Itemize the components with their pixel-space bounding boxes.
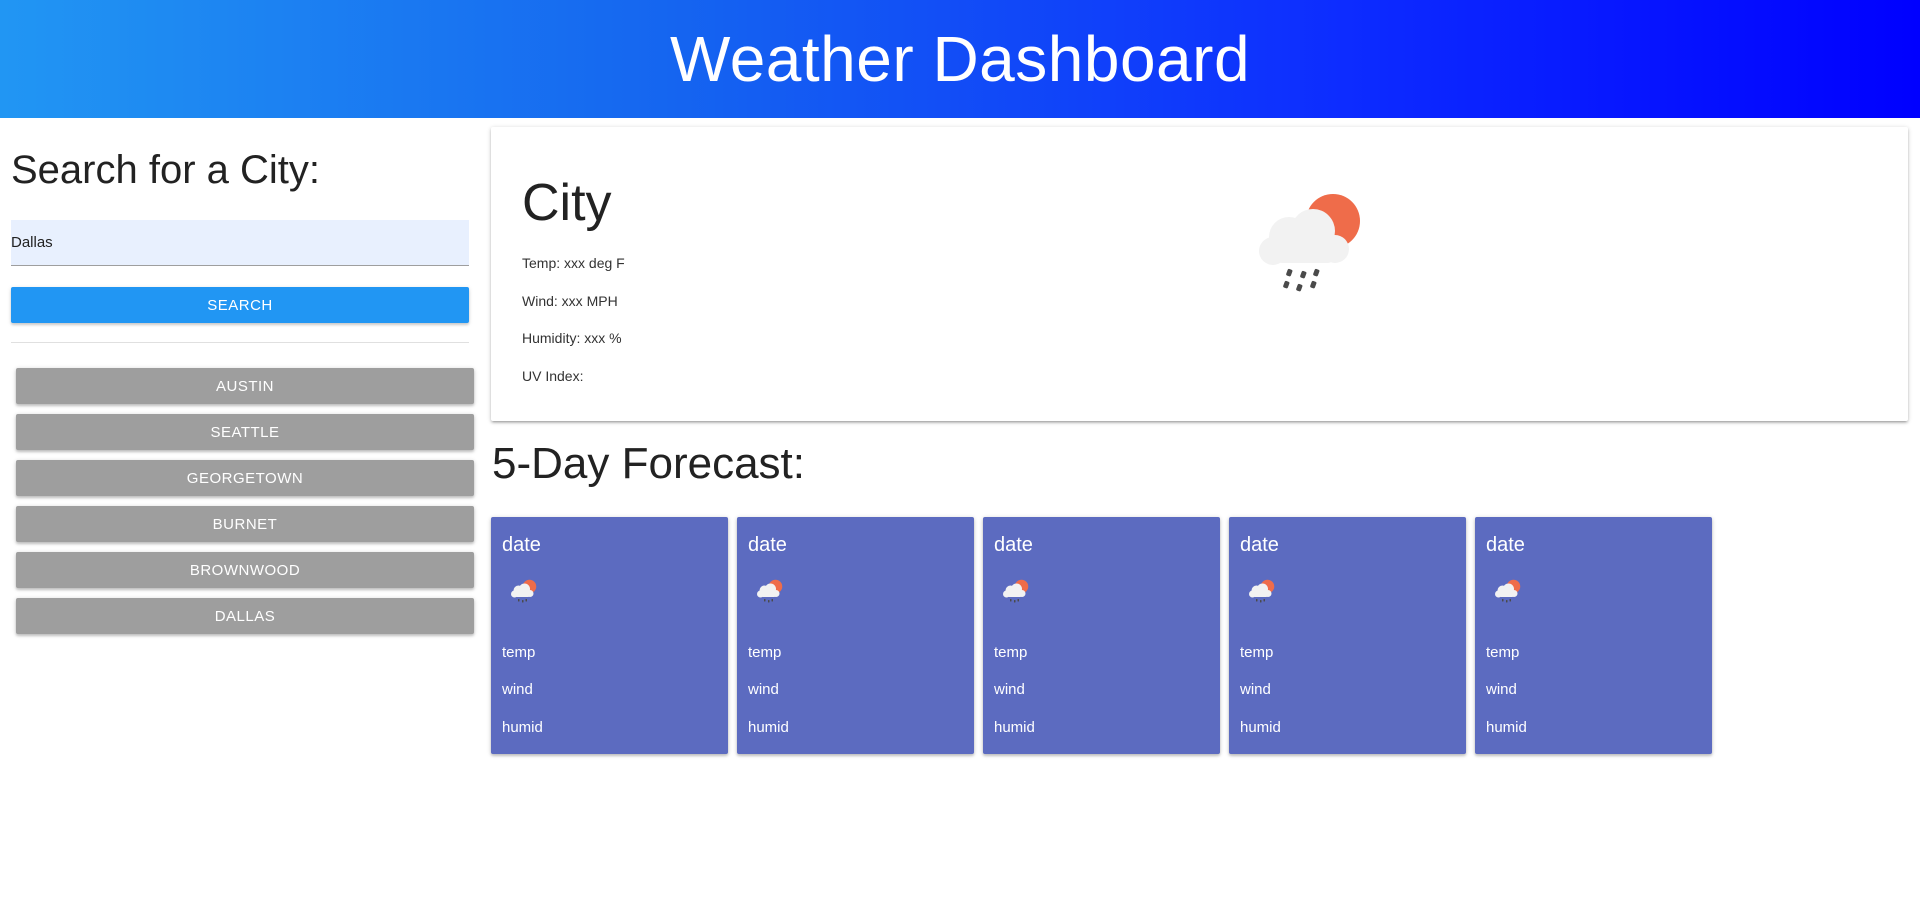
forecast-temp: temp — [994, 644, 1028, 661]
page-title: Weather Dashboard — [669, 23, 1251, 95]
history-button-brownwood[interactable]: BROWNWOOD — [16, 552, 474, 588]
history-button-dallas[interactable]: DALLAS — [16, 598, 474, 634]
search-sidebar: Search for a City: SEARCH AUSTIN SEATTLE… — [11, 118, 474, 644]
partly-cloudy-rain-icon — [757, 579, 783, 603]
history-button-seattle[interactable]: SEATTLE — [16, 414, 474, 450]
current-temp: Temp: xxx deg F — [522, 255, 625, 271]
forecast-temp: temp — [1240, 644, 1274, 661]
search-history-list: AUSTIN SEATTLE GEORGETOWN BURNET BROWNWO… — [16, 368, 474, 634]
forecast-temp: temp — [1486, 644, 1520, 661]
current-weather-card: City Temp: xxx deg F Wind: xxx MPH Humid… — [491, 127, 1908, 421]
forecast-humid: humid — [994, 719, 1035, 736]
app-header: Weather Dashboard — [0, 0, 1920, 118]
forecast-date: date — [502, 534, 541, 556]
forecast-date: date — [748, 534, 787, 556]
partly-cloudy-rain-icon — [1249, 579, 1275, 603]
current-uv-index: UV Index: — [522, 368, 584, 384]
forecast-card: date temp wind humid — [491, 517, 728, 754]
forecast-temp: temp — [748, 644, 782, 661]
history-button-austin[interactable]: AUSTIN — [16, 368, 474, 404]
forecast-heading: 5-Day Forecast: — [492, 439, 805, 488]
partly-cloudy-rain-icon — [511, 579, 537, 603]
history-button-georgetown[interactable]: GEORGETOWN — [16, 460, 474, 496]
forecast-wind: wind — [994, 681, 1025, 698]
forecast-list: date temp wind humid date temp wind humi… — [491, 517, 1721, 754]
forecast-humid: humid — [502, 719, 543, 736]
partly-cloudy-rain-icon — [1495, 579, 1521, 603]
forecast-card: date temp wind humid — [983, 517, 1220, 754]
forecast-date: date — [994, 534, 1033, 556]
current-city-name: City — [522, 174, 612, 232]
forecast-card: date temp wind humid — [1229, 517, 1466, 754]
partly-cloudy-rain-icon — [1003, 579, 1029, 603]
partly-cloudy-rain-icon — [1259, 194, 1360, 292]
sidebar-divider — [11, 342, 469, 343]
forecast-date: date — [1240, 534, 1279, 556]
current-humidity: Humidity: xxx % — [522, 330, 622, 346]
forecast-wind: wind — [502, 681, 533, 698]
forecast-humid: humid — [1486, 719, 1527, 736]
forecast-wind: wind — [1486, 681, 1517, 698]
city-search-input[interactable] — [11, 220, 469, 266]
history-button-burnet[interactable]: BURNET — [16, 506, 474, 542]
forecast-card: date temp wind humid — [1475, 517, 1712, 754]
forecast-wind: wind — [748, 681, 779, 698]
forecast-humid: humid — [748, 719, 789, 736]
forecast-card: date temp wind humid — [737, 517, 974, 754]
forecast-wind: wind — [1240, 681, 1271, 698]
current-wind: Wind: xxx MPH — [522, 293, 618, 309]
search-heading: Search for a City: — [11, 148, 321, 192]
forecast-humid: humid — [1240, 719, 1281, 736]
search-button[interactable]: SEARCH — [11, 287, 469, 323]
forecast-temp: temp — [502, 644, 536, 661]
forecast-date: date — [1486, 534, 1525, 556]
